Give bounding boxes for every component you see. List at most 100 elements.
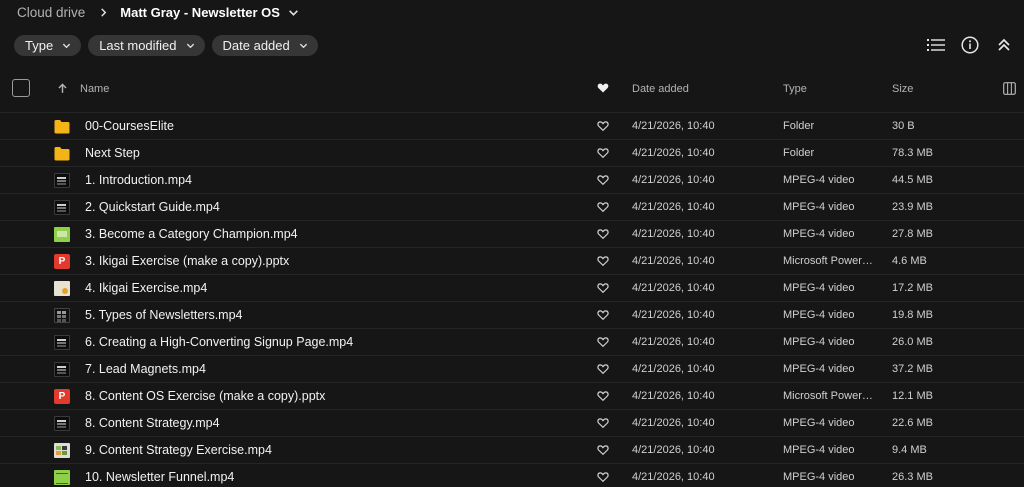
file-size: 17.2 MB	[892, 282, 933, 294]
file-type: Microsoft PowerPoint presentation	[783, 390, 879, 402]
sort-arrow-up-icon[interactable]	[57, 83, 68, 94]
heart-outline-icon[interactable]	[597, 363, 609, 375]
heart-outline-icon[interactable]	[597, 336, 609, 348]
table-row[interactable]: 6. Creating a High-Converting Signup Pag…	[0, 328, 1024, 355]
table-row[interactable]: 5. Types of Newsletters.mp4 4/21/2026, 10…	[0, 301, 1024, 328]
filter-last-modified-label: Last modified	[99, 38, 177, 53]
table-row[interactable]: P 8. Content OS Exercise (make a copy).pp…	[0, 382, 1024, 409]
filter-last-modified[interactable]: Last modified	[88, 35, 205, 56]
filter-bar: Type Last modified Date added	[14, 35, 318, 56]
table-row[interactable]: 9. Content Strategy Exercise.mp4 4/21/202…	[0, 436, 1024, 463]
file-size: 44.5 MB	[892, 174, 933, 186]
heart-outline-icon[interactable]	[597, 228, 609, 240]
file-date-added: 4/21/2026, 10:40	[632, 336, 715, 348]
file-size: 19.8 MB	[892, 309, 933, 321]
table-row[interactable]: Next Step 4/21/2026, 10:40 Folder 78.3 MB	[0, 139, 1024, 166]
breadcrumb-root[interactable]: Cloud drive	[17, 5, 85, 20]
file-size: 22.6 MB	[892, 417, 933, 429]
column-header-date-added[interactable]: Date added	[632, 83, 689, 95]
file-name[interactable]: 2. Quickstart Guide.mp4	[85, 200, 220, 214]
file-type: MPEG-4 video	[783, 174, 855, 186]
file-date-added: 4/21/2026, 10:40	[632, 228, 715, 240]
file-size: 4.6 MB	[892, 255, 927, 267]
heart-outline-icon[interactable]	[597, 390, 609, 402]
filter-date-added-label: Date added	[222, 38, 290, 53]
file-name[interactable]: 3. Become a Category Champion.mp4	[85, 227, 298, 241]
heart-icon[interactable]	[597, 82, 609, 94]
table-row[interactable]: 2. Quickstart Guide.mp4 4/21/2026, 10:40 M…	[0, 193, 1024, 220]
file-type: MPEG-4 video	[783, 336, 855, 348]
table-header: Name Date added Type Size	[0, 78, 1024, 100]
video-thumbnail-icon	[54, 200, 70, 215]
file-list: 00-CoursesElite 4/21/2026, 10:40 Folder 30 …	[0, 112, 1024, 487]
file-size: 37.2 MB	[892, 363, 933, 375]
file-name[interactable]: Next Step	[85, 146, 140, 160]
heart-outline-icon[interactable]	[597, 201, 609, 213]
file-name[interactable]: 3. Ikigai Exercise (make a copy).pptx	[85, 254, 289, 268]
heart-outline-icon[interactable]	[597, 444, 609, 456]
chevron-down-icon	[63, 43, 71, 49]
collapse-button[interactable]	[994, 35, 1014, 55]
file-name[interactable]: 5. Types of Newsletters.mp4	[85, 308, 242, 322]
column-header-size[interactable]: Size	[892, 83, 913, 95]
file-name[interactable]: 10. Newsletter Funnel.mp4	[85, 470, 234, 484]
file-type: MPEG-4 video	[783, 282, 855, 294]
file-name[interactable]: 1. Introduction.mp4	[85, 173, 192, 187]
file-date-added: 4/21/2026, 10:40	[632, 309, 715, 321]
file-type: MPEG-4 video	[783, 444, 855, 456]
video-thumbnail-icon	[54, 443, 70, 458]
table-row[interactable]: P 3. Ikigai Exercise (make a copy).pptx 4/…	[0, 247, 1024, 274]
table-row[interactable]: 8. Content Strategy.mp4 4/21/2026, 10:40 M…	[0, 409, 1024, 436]
columns-settings-icon[interactable]	[1003, 82, 1016, 95]
heart-outline-icon[interactable]	[597, 282, 609, 294]
breadcrumb: Cloud drive Matt Gray - Newsletter OS	[17, 3, 299, 21]
file-type: MPEG-4 video	[783, 201, 855, 213]
heart-outline-icon[interactable]	[597, 174, 609, 186]
list-view-icon	[927, 39, 945, 51]
file-type: Microsoft PowerPoint presentation	[783, 255, 879, 267]
video-thumbnail-icon	[54, 470, 70, 485]
video-thumbnail-icon	[54, 173, 70, 188]
file-name[interactable]: 7. Lead Magnets.mp4	[85, 362, 206, 376]
heart-outline-icon[interactable]	[597, 120, 609, 132]
file-name[interactable]: 8. Content Strategy.mp4	[85, 416, 220, 430]
info-icon	[961, 36, 979, 54]
info-button[interactable]	[960, 35, 980, 55]
table-row[interactable]: 1. Introduction.mp4 4/21/2026, 10:40 MPEG-…	[0, 166, 1024, 193]
heart-outline-icon[interactable]	[597, 309, 609, 321]
chevron-down-icon[interactable]	[288, 7, 299, 18]
column-header-type[interactable]: Type	[783, 83, 807, 95]
table-row[interactable]: 00-CoursesElite 4/21/2026, 10:40 Folder 30 …	[0, 112, 1024, 139]
file-size: 23.9 MB	[892, 201, 933, 213]
file-name[interactable]: 4. Ikigai Exercise.mp4	[85, 281, 207, 295]
table-row[interactable]: 4. Ikigai Exercise.mp4 4/21/2026, 10:40 MP…	[0, 274, 1024, 301]
filter-type[interactable]: Type	[14, 35, 82, 56]
file-date-added: 4/21/2026, 10:40	[632, 417, 715, 429]
powerpoint-icon: P	[54, 254, 70, 269]
heart-outline-icon[interactable]	[597, 417, 609, 429]
file-name[interactable]: 6. Creating a High-Converting Signup Pag…	[85, 335, 353, 349]
file-type: MPEG-4 video	[783, 309, 855, 321]
file-date-added: 4/21/2026, 10:40	[632, 444, 715, 456]
breadcrumb-current[interactable]: Matt Gray - Newsletter OS	[120, 5, 280, 20]
list-view-button[interactable]	[926, 35, 946, 55]
file-name[interactable]: 00-CoursesElite	[85, 119, 174, 133]
table-row[interactable]: 10. Newsletter Funnel.mp4 4/21/2026, 10:4…	[0, 463, 1024, 487]
file-date-added: 4/21/2026, 10:40	[632, 390, 715, 402]
file-type: Folder	[783, 120, 815, 132]
file-size: 30 B	[892, 120, 915, 132]
chevron-down-icon	[299, 43, 307, 49]
select-all-checkbox[interactable]	[12, 79, 30, 97]
chevron-down-icon	[186, 43, 194, 49]
file-name[interactable]: 8. Content OS Exercise (make a copy).ppt…	[85, 389, 325, 403]
file-size: 27.8 MB	[892, 228, 933, 240]
file-size: 78.3 MB	[892, 147, 933, 159]
heart-outline-icon[interactable]	[597, 147, 609, 159]
table-row[interactable]: 3. Become a Category Champion.mp4 4/21/20…	[0, 220, 1024, 247]
file-name[interactable]: 9. Content Strategy Exercise.mp4	[85, 443, 272, 457]
filter-date-added[interactable]: Date added	[211, 35, 318, 56]
heart-outline-icon[interactable]	[597, 255, 609, 267]
table-row[interactable]: 7. Lead Magnets.mp4 4/21/2026, 10:40 MPEG-…	[0, 355, 1024, 382]
heart-outline-icon[interactable]	[597, 471, 609, 483]
column-header-name[interactable]: Name	[80, 83, 109, 95]
